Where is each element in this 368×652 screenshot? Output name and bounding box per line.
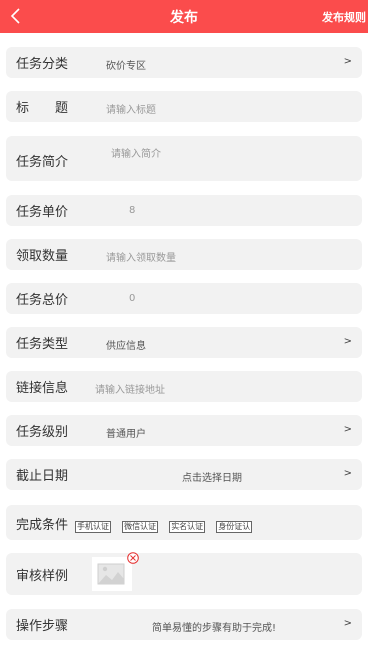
steps-value: 简单易懂的步骤有助于完成!	[152, 623, 277, 634]
conditions-badges: 手机认证 微信认证 实名认证 身份证认	[75, 514, 258, 533]
sample-row: 审核样例	[6, 552, 362, 595]
conditions-row: 完成条件 手机认证 微信认证 实名认证 身份证认	[6, 505, 362, 540]
task-category-row[interactable]: 任务分类 砍价专区 >	[6, 47, 362, 78]
badge-idcard-verify[interactable]: 身份证认	[216, 521, 253, 533]
publish-rules-link[interactable]: 发布规则	[322, 9, 366, 25]
title-label: 标 题	[16, 101, 69, 116]
title-input[interactable]: 请输入标题	[106, 101, 156, 116]
total-price-label: 任务总价	[16, 293, 69, 308]
deadline-label: 截止日期	[16, 469, 69, 484]
task-type-value: 供应信息	[106, 341, 146, 352]
task-category-label: 任务分类	[16, 57, 69, 72]
sample-image-upload[interactable]	[92, 557, 132, 591]
task-category-value: 砍价专区	[106, 61, 146, 72]
sample-label: 审核样例	[16, 569, 69, 584]
intro-row: 任务简介 请输入简介	[6, 136, 362, 181]
steps-row[interactable]: 操作步骤 简单易懂的步骤有助于完成! >	[6, 609, 362, 640]
chevron-right-icon: >	[343, 618, 352, 629]
chevron-right-icon: >	[343, 424, 352, 435]
badge-realname-verify[interactable]: 实名认证	[169, 521, 206, 533]
quantity-row: 领取数量 请输入领取数量	[6, 239, 362, 270]
conditions-label: 完成条件	[16, 518, 69, 533]
chevron-right-icon: >	[343, 336, 352, 347]
header-bar: 发布 发布规则	[0, 0, 368, 33]
steps-label: 操作步骤	[16, 619, 69, 634]
task-level-row[interactable]: 任务级别 普通用户 >	[6, 415, 362, 446]
intro-label: 任务简介	[16, 155, 69, 170]
task-level-value: 普通用户	[106, 429, 146, 440]
quantity-input[interactable]: 请输入领取数量	[106, 249, 176, 264]
quantity-label: 领取数量	[16, 249, 69, 264]
badge-wechat-verify[interactable]: 微信认证	[122, 521, 159, 533]
intro-textarea[interactable]: 请输入简介	[111, 145, 161, 160]
unit-price-input[interactable]: 8	[129, 205, 135, 216]
task-type-row[interactable]: 任务类型 供应信息 >	[6, 327, 362, 358]
chevron-right-icon: >	[343, 468, 352, 479]
deadline-value: 点击选择日期	[182, 473, 242, 484]
unit-price-row: 任务单价 8	[6, 195, 362, 226]
badge-phone-verify[interactable]: 手机认证	[75, 521, 111, 533]
chevron-right-icon: >	[343, 56, 352, 67]
task-level-label: 任务级别	[16, 425, 69, 440]
total-price-value: 0	[129, 293, 136, 304]
total-price-row: 任务总价 0	[6, 283, 362, 314]
deadline-row[interactable]: 截止日期 点击选择日期 >	[6, 459, 362, 490]
page-title: 发布	[170, 10, 198, 26]
delete-icon[interactable]	[127, 552, 139, 564]
image-placeholder-icon	[97, 563, 125, 585]
title-row: 标 题 请输入标题	[6, 91, 362, 122]
link-label: 链接信息	[16, 381, 69, 396]
link-input[interactable]: 请输入链接地址	[95, 381, 165, 396]
unit-price-label: 任务单价	[16, 205, 69, 220]
link-row: 链接信息 请输入链接地址	[6, 371, 362, 402]
task-type-label: 任务类型	[16, 337, 69, 352]
